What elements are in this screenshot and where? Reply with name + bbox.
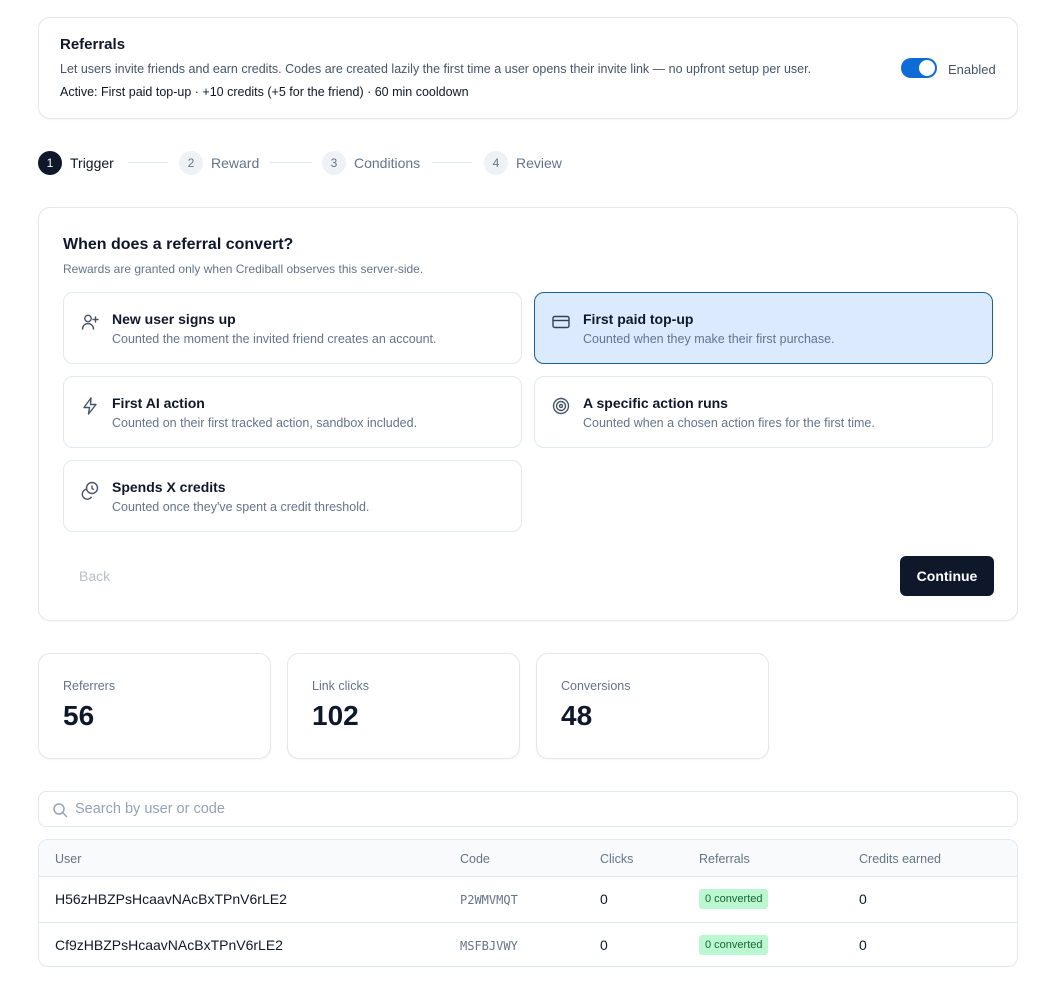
option-title: First paid top-up (583, 311, 694, 327)
option-new-user-signs-up[interactable]: New user signs up Counted the moment the… (63, 292, 522, 364)
table-header: User Code Clicks Referrals Credits earne… (39, 840, 1017, 877)
column-header-clicks[interactable]: Clicks (600, 852, 633, 866)
search-box (38, 791, 1018, 827)
step-number: 3 (322, 151, 346, 175)
option-title: A specific action runs (583, 395, 728, 411)
cell-code: P2WMVMQT (460, 893, 518, 907)
step-number: 2 (179, 151, 203, 175)
step-number: 1 (38, 151, 62, 175)
enabled-toggle-label: Enabled (948, 62, 996, 77)
cell-clicks: 0 (600, 891, 608, 907)
trigger-question: When does a referral convert? (63, 236, 294, 253)
continue-button[interactable]: Continue (900, 556, 994, 596)
step-conditions[interactable]: 3 Conditions (322, 151, 420, 175)
enabled-toggle[interactable] (901, 58, 937, 78)
referrals-status-badge: 0 converted (699, 935, 769, 955)
option-first-paid-top-up[interactable]: First paid top-up Counted when they make… (534, 292, 993, 364)
option-title: New user signs up (112, 311, 236, 327)
stat-value: 102 (312, 700, 359, 731)
option-spends-x-credits[interactable]: Spends X credits Counted once they've sp… (63, 460, 522, 532)
stat-label: Referrers (63, 679, 116, 693)
step-review[interactable]: 4 Review (484, 151, 562, 175)
step-label: Review (516, 155, 562, 171)
page-title: Referrals (60, 36, 126, 53)
credit-card-icon (552, 315, 570, 329)
step-trigger[interactable]: 1 Trigger (38, 151, 114, 175)
referrers-table: User Code Clicks Referrals Credits earne… (38, 839, 1018, 967)
user-plus-icon (81, 314, 99, 330)
step-label: Reward (211, 155, 260, 171)
referrals-status-badge: 0 converted (699, 889, 769, 909)
step-label: Conditions (354, 155, 421, 171)
step-connector (432, 162, 472, 163)
option-subtitle: Counted when they make their first purch… (583, 332, 835, 346)
column-header-code[interactable]: Code (460, 852, 490, 866)
stat-link-clicks: Link clicks 102 (287, 653, 520, 759)
cell-clicks: 0 (600, 937, 608, 953)
step-number: 4 (484, 151, 508, 175)
option-subtitle: Counted once they've spent a credit thre… (112, 500, 370, 514)
table-row[interactable]: Cf9zHBZPsHcaavNAcBxTPnV6rLE2 MSFBJVWY 0 … (39, 922, 1017, 966)
toggle-knob (919, 60, 935, 76)
page-description: Let users invite friends and earn credit… (60, 62, 812, 76)
option-subtitle: Counted when a chosen action fires for t… (583, 416, 875, 430)
trigger-panel: When does a referral convert? Rewards ar… (38, 207, 1018, 621)
cell-credits-earned: 0 (859, 937, 867, 953)
step-label: Trigger (70, 155, 114, 171)
cell-user: H56zHBZPsHcaavNAcBxTPnV6rLE2 (55, 891, 287, 907)
column-header-referrals[interactable]: Referrals (699, 852, 750, 866)
option-title: Spends X credits (112, 479, 226, 495)
stat-value: 48 (561, 700, 593, 731)
step-reward[interactable]: 2 Reward (179, 151, 259, 175)
trigger-subtitle: Rewards are granted only when Crediball … (63, 262, 424, 276)
search-icon (53, 803, 68, 818)
column-header-credits-earned[interactable]: Credits earned (859, 852, 941, 866)
stat-referrers: Referrers 56 (38, 653, 271, 759)
option-subtitle: Counted the moment the invited friend cr… (112, 332, 437, 346)
cell-user: Cf9zHBZPsHcaavNAcBxTPnV6rLE2 (55, 937, 283, 953)
active-summary: Active: First paid top-up · +10 credits … (60, 85, 469, 99)
step-connector (128, 162, 168, 163)
target-icon (552, 397, 570, 415)
stat-label: Conversions (561, 679, 631, 693)
option-specific-action-runs[interactable]: A specific action runs Counted when a ch… (534, 376, 993, 448)
step-connector (270, 162, 312, 163)
stat-label: Link clicks (312, 679, 369, 693)
option-title: First AI action (112, 395, 205, 411)
column-header-user[interactable]: User (55, 852, 81, 866)
lightning-icon (83, 397, 97, 415)
coins-icon (81, 481, 99, 500)
option-first-ai-action[interactable]: First AI action Counted on their first t… (63, 376, 522, 448)
stat-value: 56 (63, 700, 95, 731)
search-input[interactable] (75, 792, 1005, 826)
cell-code: MSFBJVWY (460, 939, 518, 953)
table-row[interactable]: H56zHBZPsHcaavNAcBxTPnV6rLE2 P2WMVMQT 0 … (39, 877, 1017, 922)
referrals-header-card: Referrals Let users invite friends and e… (38, 17, 1018, 119)
option-subtitle: Counted on their first tracked action, s… (112, 416, 418, 430)
cell-credits-earned: 0 (859, 891, 867, 907)
stat-conversions: Conversions 48 (536, 653, 769, 759)
back-button[interactable]: Back (79, 568, 110, 584)
